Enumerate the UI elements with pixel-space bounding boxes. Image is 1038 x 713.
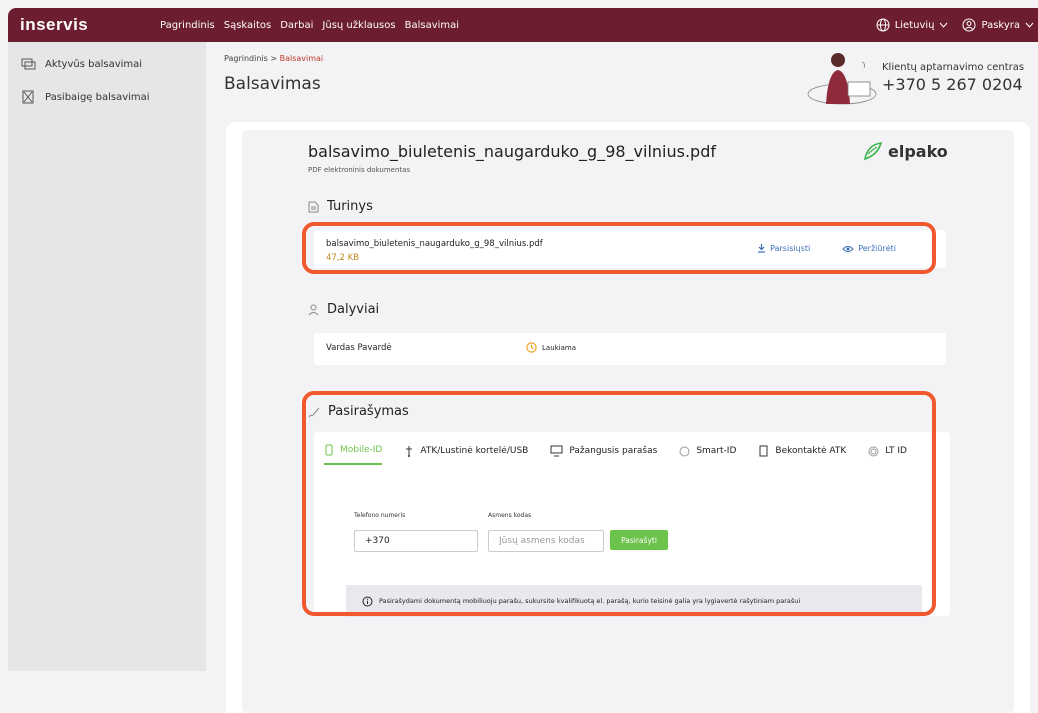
nav-item-balsavimai[interactable]: Balsavimai bbox=[405, 20, 459, 31]
sidebar: Aktyvūs balsavimai Pasibaigę balsavimai bbox=[8, 42, 206, 671]
monitor-icon bbox=[550, 445, 563, 457]
signing-card: Mobile-ID ATK/Lustinė kortelė/USB Pažang… bbox=[314, 432, 950, 617]
phone-number-input[interactable] bbox=[354, 530, 478, 552]
mobile-phone-icon bbox=[325, 444, 333, 456]
participant-status: Laukiama bbox=[526, 342, 576, 353]
page-title: Balsavimas bbox=[224, 74, 321, 94]
lt-id-icon bbox=[868, 446, 879, 456]
main-nav: Pagrindinis Sąskaitos Darbai Jūsų užklau… bbox=[160, 20, 459, 31]
inservis-logo[interactable]: inservis bbox=[20, 15, 160, 35]
language-label: Lietuvių bbox=[894, 19, 935, 31]
sidebar-item-active-votings[interactable]: Aktyvūs balsavimai bbox=[8, 54, 206, 74]
file-size: 47,2 KB bbox=[326, 253, 360, 263]
download-label: Parsisiųsti bbox=[770, 244, 811, 253]
account-label: Paskyra bbox=[981, 19, 1020, 31]
info-text: Pasirašydami dokumentą mobiliuoju parašu… bbox=[379, 597, 801, 605]
signing-heading-label: Pasirašymas bbox=[328, 404, 409, 419]
signing-info-banner: Pasirašydami dokumentą mobiliuoju parašu… bbox=[346, 585, 922, 617]
view-button[interactable]: Peržiūrėti bbox=[842, 244, 896, 253]
sign-button[interactable]: Pasirašyti bbox=[610, 530, 668, 550]
globe-icon bbox=[876, 18, 890, 32]
elpako-logo: elpako bbox=[862, 140, 948, 162]
info-icon bbox=[362, 596, 373, 606]
smart-id-icon bbox=[679, 446, 690, 456]
phone-field-label: Telefono numeris bbox=[354, 512, 406, 519]
download-button[interactable]: Parsisiųsti bbox=[757, 244, 810, 253]
tab-label: LT ID bbox=[885, 446, 907, 456]
usb-icon bbox=[406, 446, 413, 457]
document-subtitle: PDF elektroninis dokumentas bbox=[308, 166, 411, 174]
file-actions: Parsisiųsti Peržiūrėti bbox=[757, 244, 896, 253]
support-agent-illustration bbox=[807, 53, 877, 105]
main-content: Pagrindinis > Balsavimai Balsavimas Klie… bbox=[206, 42, 1038, 713]
tab-advanced-signature[interactable]: Pažangusis parašas bbox=[550, 444, 657, 465]
ballot-icon bbox=[21, 58, 36, 70]
chevron-down-icon bbox=[1025, 22, 1034, 28]
breadcrumb-home[interactable]: Pagrindinis bbox=[224, 54, 268, 63]
personal-code-label: Asmens kodas bbox=[488, 512, 532, 519]
sidebar-item-label: Pasibaigę balsavimai bbox=[45, 91, 150, 103]
nav-item-pagrindinis[interactable]: Pagrindinis bbox=[160, 20, 215, 31]
nav-item-darbai[interactable]: Darbai bbox=[280, 20, 313, 31]
breadcrumb-current: Balsavimai bbox=[279, 54, 324, 63]
sidebar-item-label: Aktyvūs balsavimai bbox=[45, 58, 143, 70]
signing-heading: Pasirašymas bbox=[308, 404, 409, 419]
elpako-leaf-icon bbox=[863, 142, 883, 161]
chevron-down-icon bbox=[940, 22, 948, 28]
customer-support: Klientų aptarnavimo centras +370 5 267 0… bbox=[802, 48, 1032, 108]
signing-method-tabs: Mobile-ID ATK/Lustinė kortelė/USB Pažang… bbox=[324, 444, 907, 465]
language-selector[interactable]: Lietuvių bbox=[876, 18, 949, 32]
voting-card: balsavimo_biuletenis_naugarduko_g_98_vil… bbox=[226, 122, 1030, 713]
tab-lt-id[interactable]: LT ID bbox=[868, 444, 907, 465]
contents-heading-label: Turinys bbox=[327, 199, 373, 214]
clock-icon bbox=[526, 342, 537, 353]
user-icon bbox=[962, 18, 976, 32]
nav-item-saskaitos[interactable]: Sąskaitos bbox=[224, 20, 271, 31]
ballot-box-icon bbox=[22, 90, 34, 104]
document-title: balsavimo_biuletenis_naugarduko_g_98_vil… bbox=[308, 142, 716, 161]
signature-pen-icon bbox=[308, 407, 320, 417]
breadcrumb: Pagrindinis > Balsavimai bbox=[224, 54, 323, 63]
contactless-card-icon bbox=[759, 445, 768, 457]
support-phone[interactable]: +370 5 267 0204 bbox=[882, 75, 1024, 94]
personal-code-input[interactable] bbox=[488, 530, 604, 552]
download-icon bbox=[758, 244, 766, 253]
file-name: balsavimo_biuletenis_naugarduko_g_98_vil… bbox=[326, 239, 543, 249]
breadcrumb-separator: > bbox=[267, 54, 280, 63]
tab-label: Bekontaktė ATK bbox=[775, 446, 847, 456]
tab-smart-id[interactable]: Smart-ID bbox=[679, 444, 736, 465]
tab-contactless-atk[interactable]: Bekontaktė ATK bbox=[758, 444, 846, 465]
contents-heading: Turinys bbox=[308, 199, 373, 214]
person-icon bbox=[308, 304, 319, 315]
tab-atk-card[interactable]: ATK/Lustinė kortelė/USB bbox=[404, 444, 528, 465]
participant-row: Vardas Pavardė Laukiama bbox=[314, 333, 946, 365]
nav-item-uzklausos[interactable]: Jūsų užklausos bbox=[322, 20, 395, 31]
tab-mobile-id[interactable]: Mobile-ID bbox=[324, 444, 383, 465]
sidebar-item-finished-votings[interactable]: Pasibaigę balsavimai bbox=[8, 87, 206, 107]
tab-label: Mobile-ID bbox=[340, 445, 383, 455]
status-label: Laukiama bbox=[542, 343, 577, 352]
tab-label: Pažangusis parašas bbox=[569, 446, 658, 456]
view-label: Peržiūrėti bbox=[858, 244, 896, 253]
eye-icon bbox=[842, 245, 854, 252]
file-row: balsavimo_biuletenis_naugarduko_g_98_vil… bbox=[314, 230, 946, 268]
account-menu[interactable]: Paskyra bbox=[962, 18, 1034, 32]
participants-heading-label: Dalyviai bbox=[327, 302, 380, 317]
participants-heading: Dalyviai bbox=[308, 302, 379, 317]
document-icon bbox=[308, 201, 319, 212]
tab-label: Smart-ID bbox=[696, 446, 737, 456]
tab-label: ATK/Lustinė kortelė/USB bbox=[420, 446, 529, 456]
participant-name: Vardas Pavardė bbox=[326, 343, 392, 353]
elpako-label: elpako bbox=[888, 141, 948, 161]
document-panel: balsavimo_biuletenis_naugarduko_g_98_vil… bbox=[242, 130, 1014, 713]
top-right-controls: Lietuvių Paskyra bbox=[876, 18, 1034, 32]
top-navigation-bar: inservis Pagrindinis Sąskaitos Darbai Jū… bbox=[8, 8, 1038, 42]
support-label: Klientų aptarnavimo centras bbox=[882, 62, 1025, 73]
